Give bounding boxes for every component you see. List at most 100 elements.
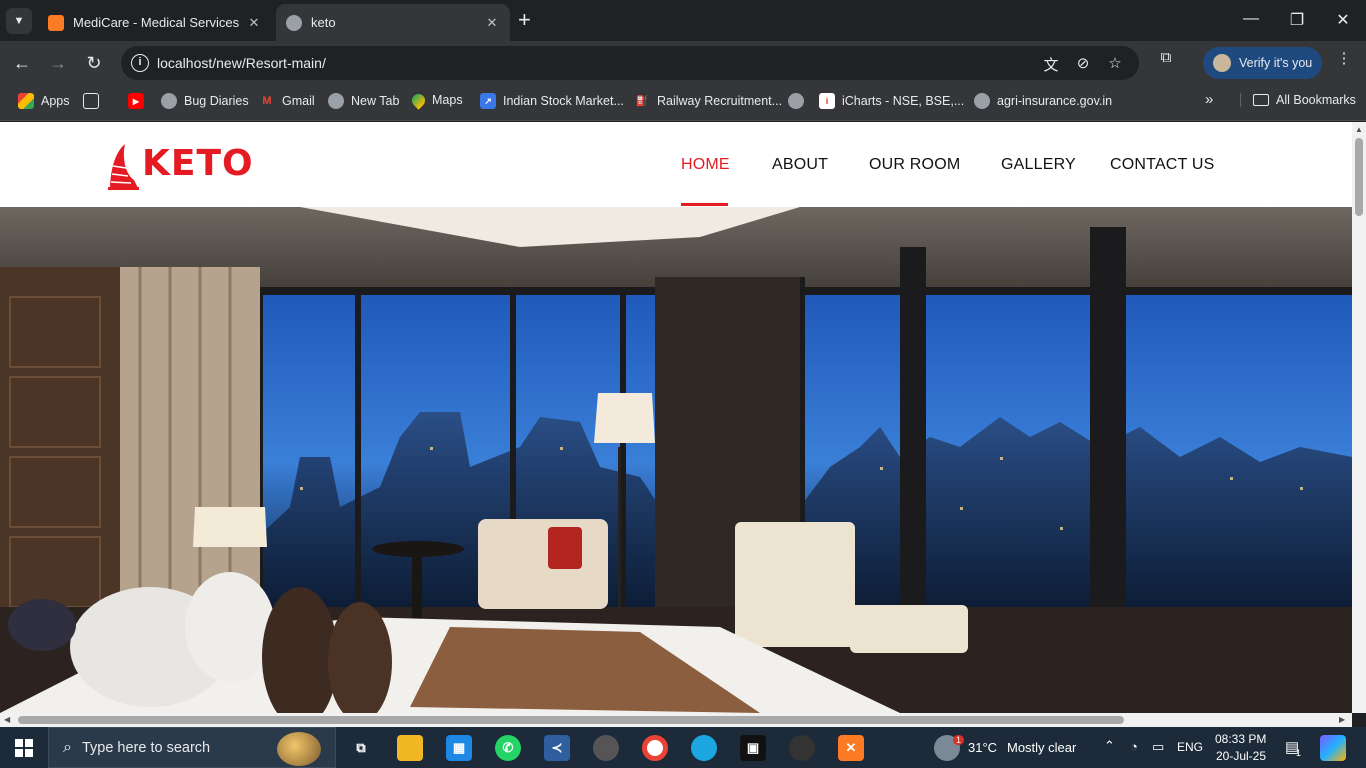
copilot-icon[interactable] [1320, 735, 1346, 761]
railway-icon: ⛽ [635, 95, 649, 107]
logo-text: KETO [142, 142, 254, 184]
url-text[interactable]: localhost/new/Resort-main/ [157, 55, 326, 71]
globe-icon [286, 14, 302, 31]
horizontal-scroll-thumb[interactable] [18, 716, 1124, 724]
nav-home[interactable]: HOME [681, 156, 730, 174]
bookmark-icharts[interactable]: i iCharts - NSE, BSE,... [819, 93, 964, 109]
bookmark-railway[interactable]: ⛽ Railway Recruitment... [634, 93, 782, 109]
folder-icon [1253, 94, 1269, 106]
avatar [1213, 54, 1231, 72]
weather-temperature[interactable]: 31°C [968, 740, 997, 755]
globe-app-icon[interactable] [789, 735, 815, 761]
more-bookmarks-button[interactable]: » [1205, 91, 1213, 108]
extensions-icon[interactable]: ⧉ [1156, 49, 1176, 66]
maps-icon [409, 90, 428, 110]
all-bookmarks-button[interactable]: All Bookmarks [1240, 93, 1356, 107]
bookmark-stock-market[interactable]: ↗ Indian Stock Market... [480, 93, 624, 109]
bookmark-bug-diaries[interactable]: Bug Diaries [161, 93, 249, 109]
scroll-right-icon[interactable]: ▶ [1339, 715, 1345, 724]
bookmark-label: Bug Diaries [184, 94, 249, 108]
taskbar-search[interactable]: ⌕ Type here to search [48, 727, 336, 768]
tab-keto[interactable]: keto ✕ [276, 4, 510, 41]
hotel-room-illustration [0, 207, 1352, 713]
bookmark-new-tab[interactable]: New Tab [328, 93, 399, 109]
back-icon[interactable]: ← [11, 52, 33, 74]
xampp-taskbar-icon[interactable]: ✕ [838, 735, 864, 761]
vscode-icon[interactable]: ≺ [544, 735, 570, 761]
file-explorer-icon[interactable] [397, 735, 423, 761]
tab-medicare[interactable]: MediCare - Medical Services ✕ [38, 4, 272, 41]
site-logo[interactable]: KETO [108, 136, 254, 190]
web-page: KETO HOME ABOUT OUR ROOM GALLERY CONTACT… [0, 122, 1352, 713]
weather-description[interactable]: Mostly clear [1007, 740, 1076, 755]
weather-badge: 1 [953, 735, 965, 745]
vertical-scroll-thumb[interactable] [1355, 138, 1363, 216]
bookmark-apps[interactable]: Apps [18, 93, 70, 109]
bookmark-label: New Tab [351, 94, 400, 108]
eye-off-icon[interactable]: ⊘ [1073, 54, 1093, 72]
tab-title: MediCare - Medical Services [73, 15, 240, 30]
bookmark-youtube[interactable]: ▶ [128, 93, 151, 109]
task-view-icon[interactable]: ⧉ [348, 735, 374, 761]
app-icon[interactable] [593, 735, 619, 761]
edge-icon[interactable] [691, 735, 717, 761]
gmail-icon: M [262, 95, 272, 107]
translate-icon[interactable]: 文 [1041, 54, 1061, 75]
scroll-left-icon[interactable]: ◀ [4, 715, 10, 724]
vertical-scrollbar[interactable]: ▲ [1352, 122, 1366, 713]
wifi-icon[interactable]: ◔ [1130, 739, 1138, 754]
bookmark-maps[interactable]: Maps [409, 90, 463, 110]
bookmark-grid[interactable] [83, 93, 106, 109]
bookmark-label: iCharts - NSE, BSE,... [842, 94, 965, 108]
battery-icon[interactable]: ▭ [1152, 739, 1164, 755]
microsoft-store-icon[interactable]: ▦ [446, 735, 472, 761]
site-info-icon[interactable]: i [131, 54, 149, 72]
grid-icon [83, 93, 99, 109]
nav-contact-us[interactable]: CONTACT US [1110, 156, 1215, 174]
globe-icon [161, 93, 177, 109]
bookmark-globe[interactable] [788, 93, 811, 109]
new-tab-button[interactable]: + [518, 9, 531, 31]
box-app-icon[interactable]: ▣ [740, 735, 766, 761]
restore-icon[interactable]: ❐ [1287, 10, 1307, 30]
tab-search-button[interactable]: ▼ [6, 8, 32, 34]
chrome-icon[interactable] [642, 735, 668, 761]
close-icon[interactable]: ✕ [484, 15, 500, 31]
chevron-down-icon: ▼ [13, 15, 25, 27]
address-bar[interactable]: i localhost/new/Resort-main/ 文 ⊘ ☆ [121, 46, 1139, 80]
active-nav-indicator [681, 203, 728, 206]
nav-about[interactable]: ABOUT [772, 156, 828, 174]
scroll-up-icon[interactable]: ▲ [1355, 125, 1363, 134]
browser-tab-strip: ▼ MediCare - Medical Services ✕ keto ✕ +… [0, 0, 1366, 41]
bookmarks-bar: Apps ▶ Bug Diaries M Gmail New Tab Maps … [0, 85, 1366, 121]
forward-icon[interactable]: → [47, 52, 69, 74]
youtube-icon: ▶ [128, 93, 144, 109]
horizontal-scrollbar[interactable]: ◀ ▶ [0, 713, 1352, 727]
close-icon[interactable]: ✕ [246, 15, 262, 31]
tab-title: keto [311, 15, 336, 30]
reload-icon[interactable]: ↻ [83, 52, 105, 74]
nav-our-room[interactable]: OUR ROOM [869, 156, 960, 174]
burj-al-arab-icon [108, 138, 139, 190]
whatsapp-icon[interactable]: ✆ [495, 735, 521, 761]
taskbar-search-placeholder: Type here to search [81, 739, 211, 756]
bookmark-gmail[interactable]: M Gmail [259, 93, 314, 109]
windows-start-icon[interactable] [11, 735, 37, 761]
search-highlight-icon [277, 732, 321, 766]
clock-date[interactable]: 20-Jul-25 [1216, 749, 1266, 763]
close-window-icon[interactable]: ✕ [1333, 10, 1353, 30]
menu-icon[interactable]: ⋮ [1334, 49, 1354, 67]
globe-icon [974, 93, 990, 109]
language-indicator[interactable]: ENG [1177, 740, 1203, 754]
chevron-up-icon[interactable]: ⌃ [1104, 738, 1115, 754]
xampp-icon [48, 14, 64, 31]
bookmark-label: All Bookmarks [1276, 93, 1356, 107]
nav-gallery[interactable]: GALLERY [1001, 156, 1076, 174]
star-icon[interactable]: ☆ [1105, 54, 1125, 72]
clock-time[interactable]: 08:33 PM [1215, 732, 1266, 746]
bookmark-agri-insurance[interactable]: agri-insurance.gov.in [974, 93, 1112, 109]
verify-button[interactable]: Verify it's you [1203, 47, 1322, 79]
bookmark-label: Apps [41, 94, 70, 108]
stock-icon: ↗ [480, 93, 496, 109]
minimize-icon[interactable]: — [1241, 10, 1261, 28]
